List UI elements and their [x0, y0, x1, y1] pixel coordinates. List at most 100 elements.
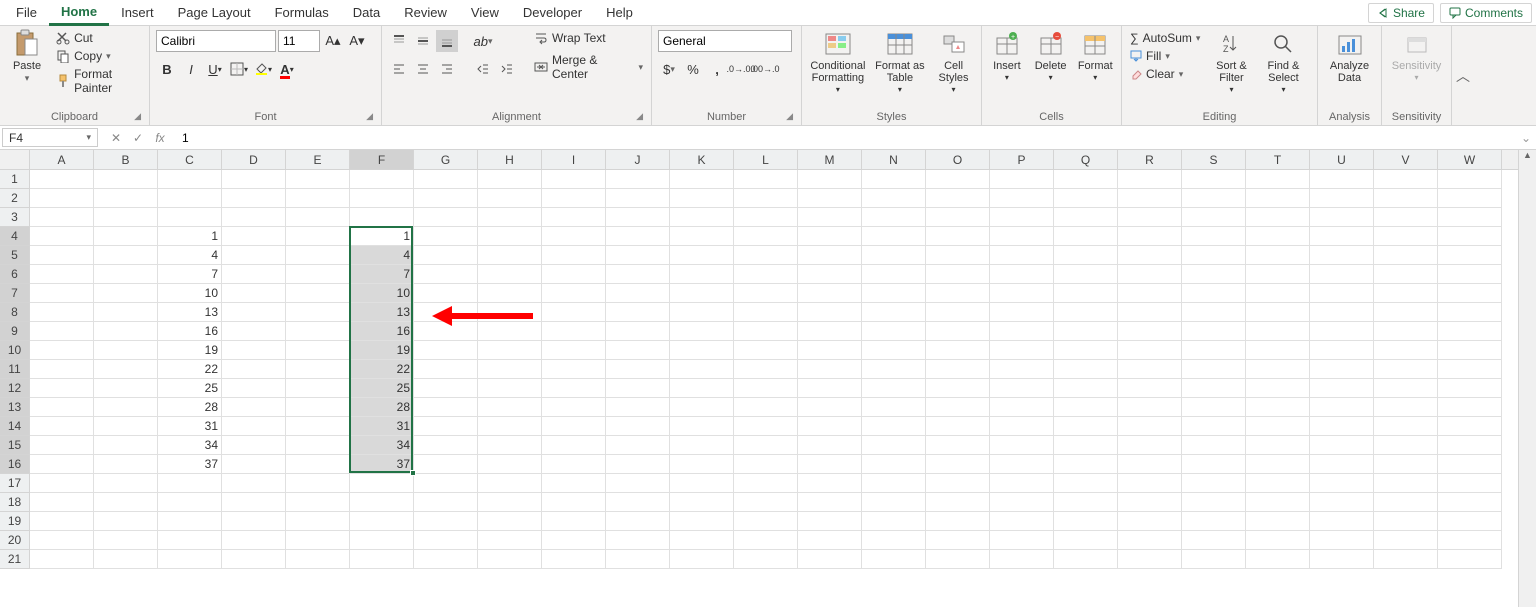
cell-I13[interactable]	[542, 398, 606, 417]
cell-P19[interactable]	[990, 512, 1054, 531]
name-box[interactable]: F4 ▾	[2, 128, 98, 147]
cell-L16[interactable]	[734, 455, 798, 474]
cell-C2[interactable]	[158, 189, 222, 208]
cell-V13[interactable]	[1374, 398, 1438, 417]
row-header-14[interactable]: 14	[0, 417, 30, 436]
tab-view[interactable]: View	[459, 1, 511, 24]
cell-V1[interactable]	[1374, 170, 1438, 189]
row-header-2[interactable]: 2	[0, 189, 30, 208]
cell-R10[interactable]	[1118, 341, 1182, 360]
cell-E18[interactable]	[286, 493, 350, 512]
format-painter-button[interactable]: Format Painter	[54, 66, 143, 96]
cell-E10[interactable]	[286, 341, 350, 360]
cell-O7[interactable]	[926, 284, 990, 303]
cell-L17[interactable]	[734, 474, 798, 493]
cell-I12[interactable]	[542, 379, 606, 398]
cell-U18[interactable]	[1310, 493, 1374, 512]
cell-F15[interactable]: 34	[350, 436, 414, 455]
cell-O21[interactable]	[926, 550, 990, 569]
cell-A15[interactable]	[30, 436, 94, 455]
cell-C18[interactable]	[158, 493, 222, 512]
cell-W19[interactable]	[1438, 512, 1502, 531]
cell-Q19[interactable]	[1054, 512, 1118, 531]
row-header-6[interactable]: 6	[0, 265, 30, 284]
cell-I7[interactable]	[542, 284, 606, 303]
cell-F18[interactable]	[350, 493, 414, 512]
align-left-button[interactable]	[388, 58, 410, 80]
cell-P16[interactable]	[990, 455, 1054, 474]
cell-L1[interactable]	[734, 170, 798, 189]
cell-P14[interactable]	[990, 417, 1054, 436]
cell-N7[interactable]	[862, 284, 926, 303]
cell-C21[interactable]	[158, 550, 222, 569]
cell-I3[interactable]	[542, 208, 606, 227]
cell-C12[interactable]: 25	[158, 379, 222, 398]
cell-W14[interactable]	[1438, 417, 1502, 436]
cell-E17[interactable]	[286, 474, 350, 493]
formula-input[interactable]	[176, 126, 1516, 149]
cell-U14[interactable]	[1310, 417, 1374, 436]
cell-E14[interactable]	[286, 417, 350, 436]
comments-button[interactable]: Comments	[1440, 3, 1532, 23]
cell-C3[interactable]	[158, 208, 222, 227]
cell-K13[interactable]	[670, 398, 734, 417]
cell-A9[interactable]	[30, 322, 94, 341]
align-middle-button[interactable]	[412, 30, 434, 52]
cell-V6[interactable]	[1374, 265, 1438, 284]
cell-K3[interactable]	[670, 208, 734, 227]
cell-F12[interactable]: 25	[350, 379, 414, 398]
column-header-H[interactable]: H	[478, 150, 542, 169]
cell-H8[interactable]	[478, 303, 542, 322]
cell-O8[interactable]	[926, 303, 990, 322]
cell-O17[interactable]	[926, 474, 990, 493]
cell-K20[interactable]	[670, 531, 734, 550]
font-name-select[interactable]	[156, 30, 276, 52]
cell-T15[interactable]	[1246, 436, 1310, 455]
cell-T14[interactable]	[1246, 417, 1310, 436]
cell-O13[interactable]	[926, 398, 990, 417]
cell-G20[interactable]	[414, 531, 478, 550]
column-header-S[interactable]: S	[1182, 150, 1246, 169]
cell-M10[interactable]	[798, 341, 862, 360]
cell-R7[interactable]	[1118, 284, 1182, 303]
cell-A16[interactable]	[30, 455, 94, 474]
cell-R14[interactable]	[1118, 417, 1182, 436]
cell-Q3[interactable]	[1054, 208, 1118, 227]
column-header-K[interactable]: K	[670, 150, 734, 169]
column-header-W[interactable]: W	[1438, 150, 1502, 169]
cell-S18[interactable]	[1182, 493, 1246, 512]
cell-P2[interactable]	[990, 189, 1054, 208]
format-as-table-button[interactable]: Format as Table▾	[874, 30, 926, 95]
cell-Q18[interactable]	[1054, 493, 1118, 512]
cell-D16[interactable]	[222, 455, 286, 474]
cell-N6[interactable]	[862, 265, 926, 284]
cell-R15[interactable]	[1118, 436, 1182, 455]
cell-B19[interactable]	[94, 512, 158, 531]
cell-R18[interactable]	[1118, 493, 1182, 512]
cell-T13[interactable]	[1246, 398, 1310, 417]
cell-D17[interactable]	[222, 474, 286, 493]
cell-H7[interactable]	[478, 284, 542, 303]
column-header-R[interactable]: R	[1118, 150, 1182, 169]
cell-T3[interactable]	[1246, 208, 1310, 227]
cell-R20[interactable]	[1118, 531, 1182, 550]
cell-I19[interactable]	[542, 512, 606, 531]
cell-M7[interactable]	[798, 284, 862, 303]
row-header-18[interactable]: 18	[0, 493, 30, 512]
cell-P6[interactable]	[990, 265, 1054, 284]
cell-B1[interactable]	[94, 170, 158, 189]
cell-T12[interactable]	[1246, 379, 1310, 398]
tab-page-layout[interactable]: Page Layout	[166, 1, 263, 24]
cell-A3[interactable]	[30, 208, 94, 227]
cell-J5[interactable]	[606, 246, 670, 265]
cell-P15[interactable]	[990, 436, 1054, 455]
cell-O11[interactable]	[926, 360, 990, 379]
cell-H5[interactable]	[478, 246, 542, 265]
cell-B10[interactable]	[94, 341, 158, 360]
number-format-select[interactable]	[658, 30, 792, 52]
cell-N18[interactable]	[862, 493, 926, 512]
find-select-button[interactable]: Find & Select▾	[1260, 30, 1306, 95]
cell-A17[interactable]	[30, 474, 94, 493]
cell-F4[interactable]: 1	[350, 227, 414, 246]
cell-M4[interactable]	[798, 227, 862, 246]
